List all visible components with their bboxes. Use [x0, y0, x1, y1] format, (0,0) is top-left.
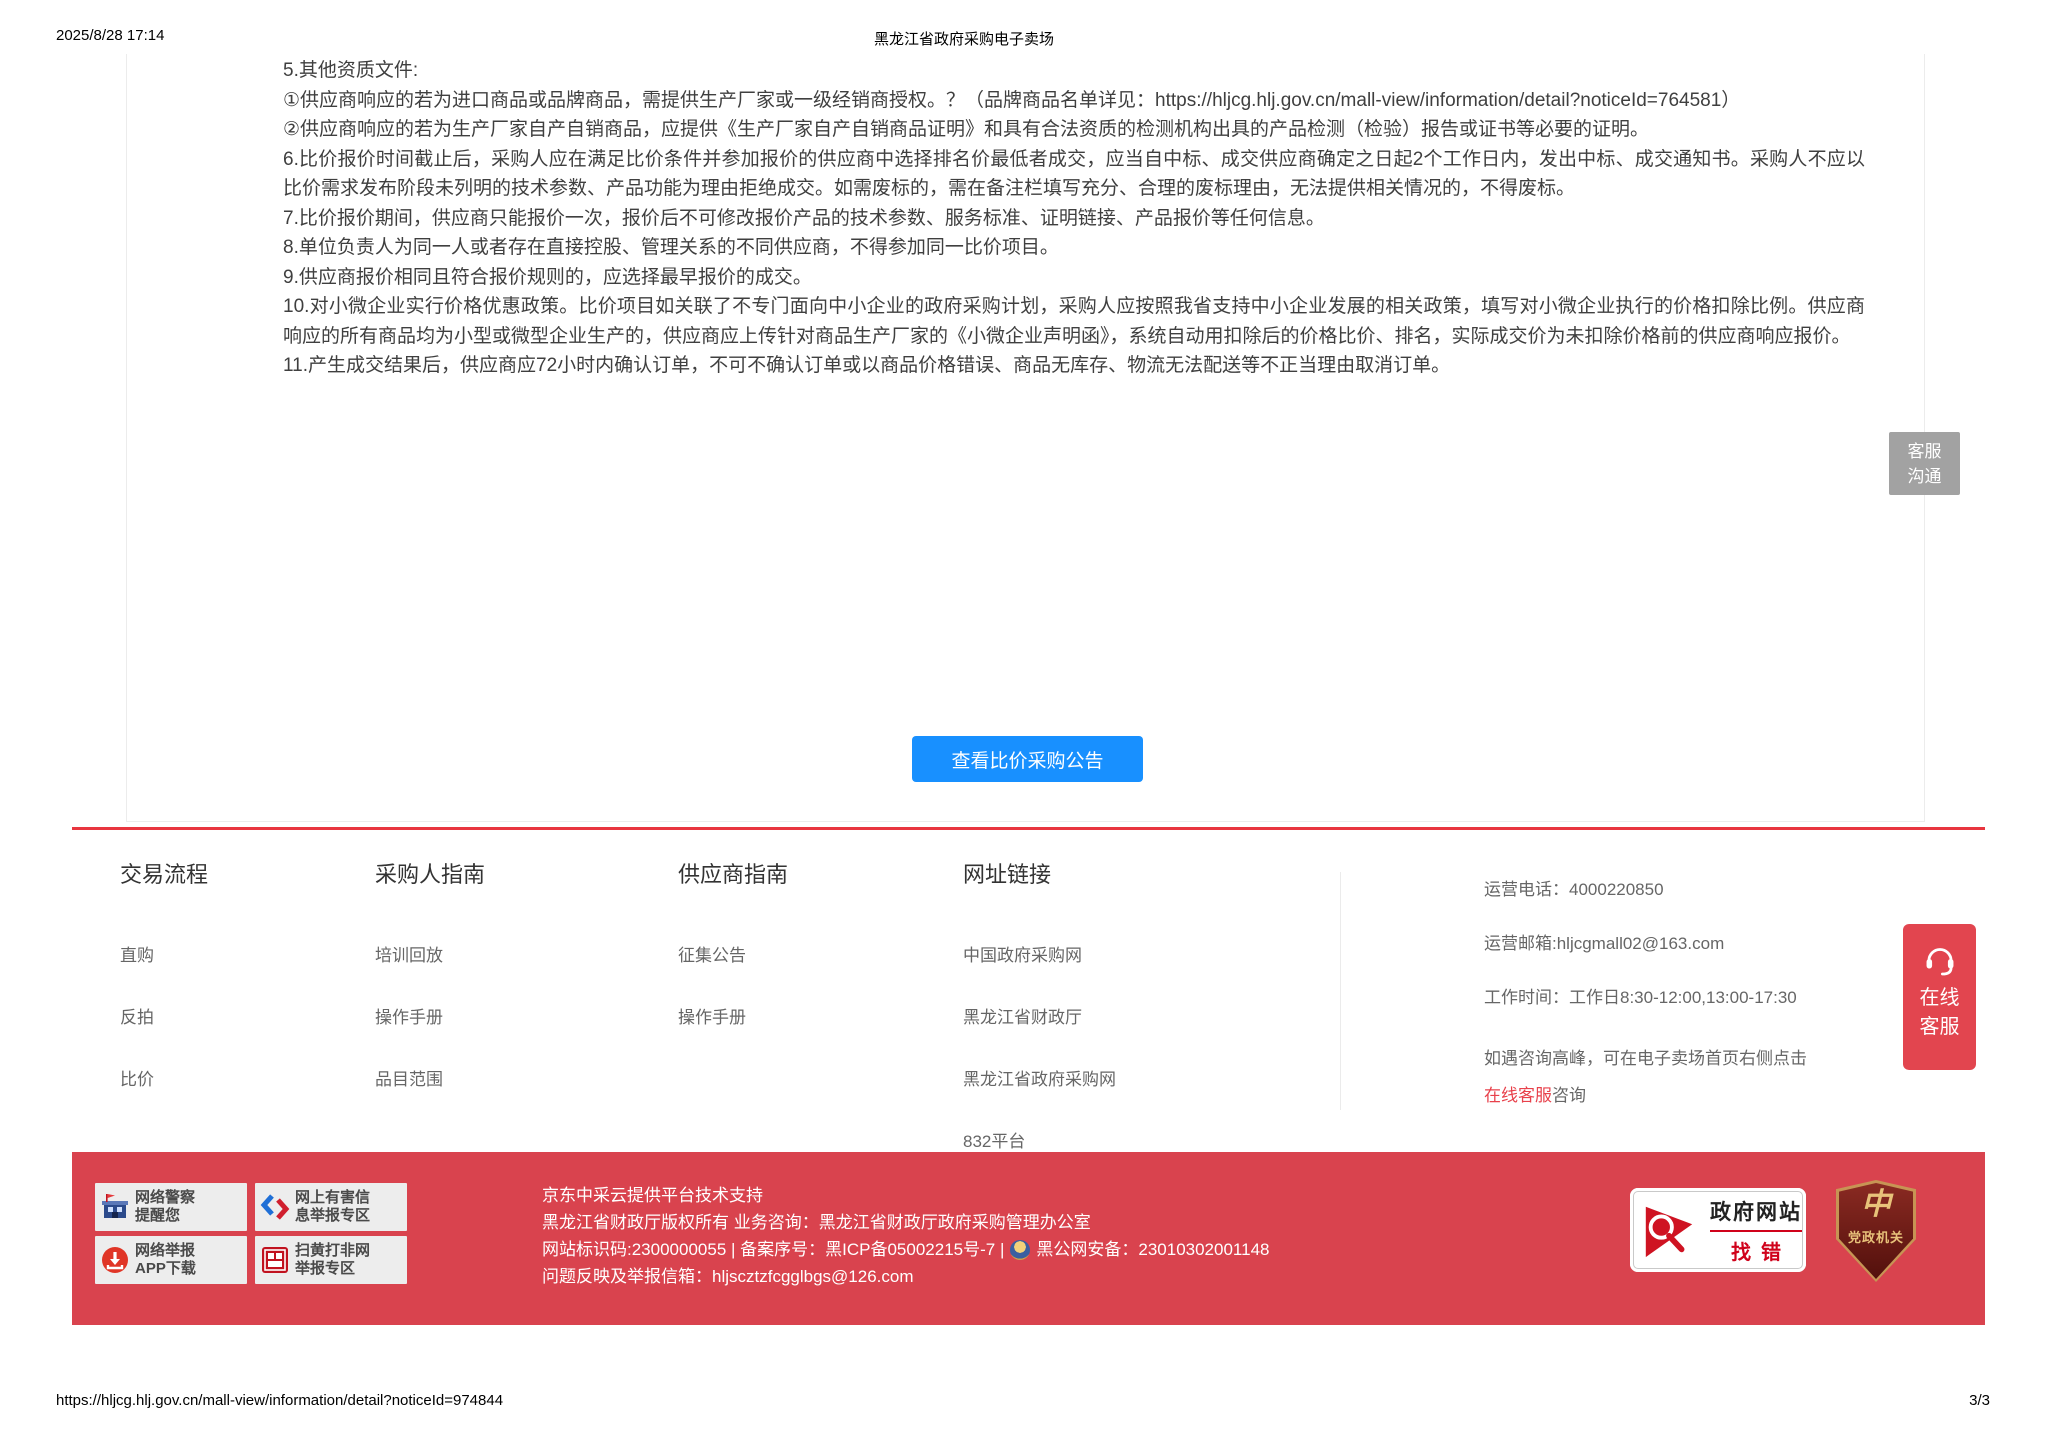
red-seal-icon [255, 1245, 295, 1275]
report-badges-grid: 网络警察提醒您 网上有害信息举报专区 网络举报APP下载 [95, 1183, 407, 1284]
site-code-line: 网站标识码:2300000055 | 备案序号：黑ICP备05002215号-7… [542, 1236, 1269, 1263]
footer-link-manual[interactable]: 操作手册 [678, 1006, 788, 1030]
footer-link-china-gov-procurement[interactable]: 中国政府采购网 [963, 944, 1116, 968]
headset-icon [1921, 940, 1959, 978]
footer-legal-text: 京东中采云提供平台技术支持 黑龙江省财政厅版权所有 业务咨询：黑龙江省财政厅政府… [542, 1182, 1269, 1290]
footer-column-links: 网址链接 中国政府采购网 黑龙江省财政厅 黑龙江省政府采购网 832平台 [963, 860, 1116, 1192]
footer-link-collection-notice[interactable]: 征集公告 [678, 944, 788, 968]
notice-paragraph: 8.单位负责人为同一人或者存在直接控股、管理关系的不同供应商，不得参加同一比价项… [283, 233, 1865, 263]
online-service-label-line1: 在线 [1903, 984, 1976, 1013]
badge-label-line2: 提醒您 [135, 1207, 180, 1224]
public-security-filing-text: 黑公网安备：23010302001148 [1036, 1236, 1269, 1263]
print-page-number: 3/3 [1969, 1392, 1990, 1409]
notice-paragraph: 10.对小微企业实行价格优惠政策。比价项目如关联了不专门面向中小企业的政府采购计… [283, 292, 1865, 351]
badge-label-line1: 网络警察 [135, 1189, 195, 1206]
footer-column-title: 网址链接 [963, 860, 1116, 890]
customer-service-chat-button[interactable]: 客服 沟通 [1889, 432, 1960, 495]
magnifier-flag-icon [1640, 1201, 1698, 1259]
badge-label-line2: 举报专区 [295, 1260, 355, 1277]
footer-column-title: 供应商指南 [678, 860, 788, 890]
notice-paragraph: 7.比价报价期间，供应商只能报价一次，报价后不可修改报价产品的技术参数、服务标准… [283, 204, 1865, 234]
badge-cyber-police[interactable]: 网络警察提醒您 [95, 1183, 247, 1231]
footer-column-title: 采购人指南 [375, 860, 485, 890]
view-price-comparison-notice-button[interactable]: 查看比价采购公告 [912, 736, 1143, 782]
print-url: https://hljcg.hlj.gov.cn/mall-view/infor… [56, 1392, 503, 1409]
badge-label-line1: 扫黄打非网 [295, 1242, 370, 1259]
copyright-line: 黑龙江省财政厅版权所有 业务咨询：黑龙江省财政厅政府采购管理办公室 [542, 1209, 1269, 1236]
customer-service-chat-label-line2: 沟通 [1889, 464, 1960, 489]
peak-hours-notice-suffix: 咨询 [1552, 1086, 1586, 1105]
working-hours: 工作时间：工作日8:30-12:00,13:00-17:30 [1484, 986, 1914, 1010]
footer-link-832-platform[interactable]: 832平台 [963, 1130, 1116, 1154]
footer-column-title: 交易流程 [120, 860, 208, 890]
notice-paragraph: 5.其他资质文件: [283, 56, 1865, 86]
footer-link-training-replay[interactable]: 培训回放 [375, 944, 485, 968]
notice-content-area: 5.其他资质文件: ①供应商响应的若为进口商品或品牌商品，需提供生产厂家或一级经… [126, 54, 1925, 822]
gov-badge-line2: 找错 [1708, 1236, 1804, 1265]
notice-paragraph: 6.比价报价时间截止后，采购人应在满足比价条件并参加报价的供应商中选择排名价最低… [283, 145, 1865, 204]
party-badge-label: 党政机关 [1839, 1227, 1913, 1246]
gov-site-error-badge[interactable]: 政府网站 找错 [1630, 1188, 1806, 1272]
footer-link-category-scope[interactable]: 品目范围 [375, 1068, 485, 1092]
footer-link-hlj-gov-procurement[interactable]: 黑龙江省政府采购网 [963, 1068, 1116, 1092]
footer-link-hlj-finance-dept[interactable]: 黑龙江省财政厅 [963, 1006, 1116, 1030]
party-emblem-glyph: 中 [1839, 1183, 1913, 1227]
footer-link-reverse-auction[interactable]: 反拍 [120, 1006, 208, 1030]
site-code-text: 网站标识码:2300000055 | 备案序号：黑ICP备05002215号-7… [542, 1236, 1004, 1263]
badge-report-app-download[interactable]: 网络举报APP下载 [95, 1236, 247, 1284]
footer-link-manual[interactable]: 操作手册 [375, 1006, 485, 1030]
peak-hours-notice-prefix: 如遇咨询高峰，可在电子卖场首页右侧点击 [1484, 1049, 1807, 1068]
customer-service-chat-label-line1: 客服 [1889, 439, 1960, 464]
police-emblem-icon [1010, 1240, 1030, 1260]
notice-text-block: 5.其他资质文件: ①供应商响应的若为进口商品或品牌商品，需提供生产厂家或一级经… [283, 56, 1865, 381]
footer-column-trade-process: 交易流程 直购 反拍 比价 [120, 860, 208, 1130]
footer-column-supplier-guide: 供应商指南 征集公告 操作手册 [678, 860, 788, 1068]
notice-paragraph: 9.供应商报价相同且符合报价规则的，应选择最早报价的成交。 [283, 263, 1865, 293]
police-building-icon [95, 1192, 135, 1222]
party-gov-shield-inner: 中 党政机关 [1839, 1183, 1913, 1279]
footer-vertical-divider [1340, 872, 1341, 1110]
badge-label-line1: 网络举报 [135, 1242, 195, 1259]
operation-email: 运营邮箱:hljcgmall02@163.com [1484, 932, 1914, 956]
report-mailbox-line: 问题反映及举报信箱：hljscztzfcgglbgs@126.com [542, 1263, 1269, 1290]
badge-harmful-info-report[interactable]: 网上有害信息举报专区 [255, 1183, 407, 1231]
footer-separator-line [72, 827, 1985, 830]
gov-badge-divider [1710, 1230, 1802, 1232]
badge-label-line2: APP下载 [135, 1260, 196, 1277]
online-service-label-line2: 客服 [1903, 1013, 1976, 1042]
badge-label-line2: 息举报专区 [295, 1207, 370, 1224]
party-gov-shield-badge[interactable]: 中 党政机关 [1836, 1180, 1916, 1282]
operation-phone: 运营电话：4000220850 [1484, 878, 1914, 902]
notice-paragraph: 11.产生成交结果后，供应商应72小时内确认订单，不可不确认订单或以商品价格错误… [283, 351, 1865, 381]
double-chevron-diamond-icon [255, 1192, 295, 1222]
red-footer-bar: 网络警察提醒您 网上有害信息举报专区 网络举报APP下载 [72, 1152, 1985, 1325]
footer-contact-block: 运营电话：4000220850 运营邮箱:hljcgmall02@163.com… [1484, 878, 1914, 1114]
online-service-link[interactable]: 在线客服 [1484, 1086, 1552, 1105]
page-title: 黑龙江省政府采购电子卖场 [0, 28, 1928, 49]
footer-link-direct-purchase[interactable]: 直购 [120, 944, 208, 968]
gov-badge-line1: 政府网站 [1708, 1196, 1804, 1226]
tech-support-line: 京东中采云提供平台技术支持 [542, 1182, 1269, 1209]
badge-label-line1: 网上有害信 [295, 1189, 370, 1206]
gov-badge-text: 政府网站 找错 [1708, 1196, 1804, 1265]
download-circle-icon [95, 1245, 135, 1275]
notice-paragraph: ②供应商响应的若为生产厂家自产自销商品，应提供《生产厂家自产自销商品证明》和具有… [283, 115, 1865, 145]
online-service-button[interactable]: 在线 客服 [1903, 924, 1976, 1070]
footer-column-buyer-guide: 采购人指南 培训回放 操作手册 品目范围 [375, 860, 485, 1130]
notice-paragraph: ①供应商响应的若为进口商品或品牌商品，需提供生产厂家或一级经销商授权。？（品牌商… [283, 86, 1865, 116]
footer-link-price-comparison[interactable]: 比价 [120, 1068, 208, 1092]
peak-hours-notice: 如遇咨询高峰，可在电子卖场首页右侧点击在线客服咨询 [1484, 1040, 1914, 1114]
badge-anti-porn-report[interactable]: 扫黄打非网举报专区 [255, 1236, 407, 1284]
